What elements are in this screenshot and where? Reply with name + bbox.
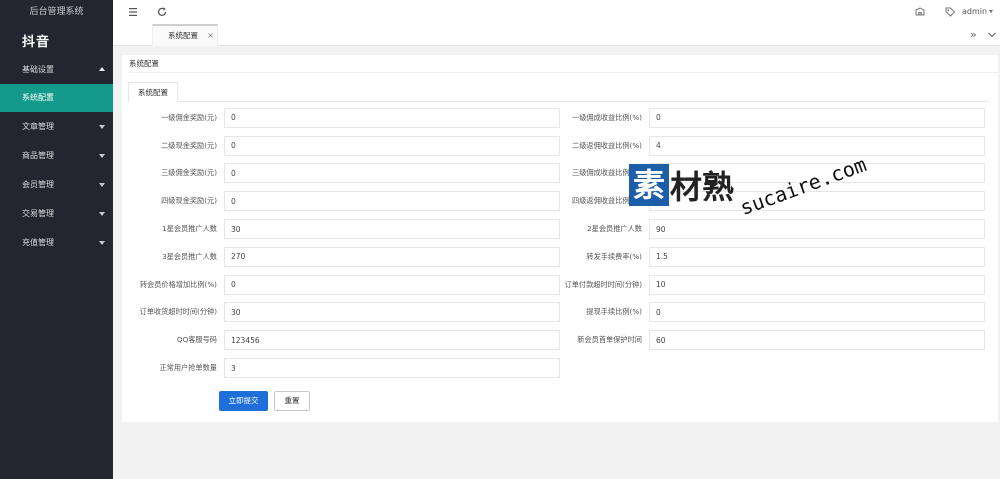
field-label: 新会员首单保护时间 (577, 335, 642, 345)
top-header: admin (113, 0, 1000, 24)
chevron-down-icon (99, 212, 105, 216)
level2-reward-input[interactable] (224, 135, 560, 156)
qq-support-input[interactable] (224, 330, 560, 351)
member-price-increase-input[interactable] (224, 274, 560, 295)
reset-button[interactable]: 重置 (274, 391, 310, 411)
chevron-down-icon (99, 125, 105, 129)
sidebar-item-recharge[interactable]: 充值管理 (0, 228, 113, 257)
close-icon[interactable]: × (207, 26, 214, 46)
user-menu[interactable]: admin (962, 0, 994, 24)
sidebar-item-products[interactable]: 商品管理 (0, 141, 113, 170)
theme-icon[interactable] (914, 6, 926, 18)
sidebar-item-basic-settings[interactable]: 基础设置 (0, 55, 113, 84)
tag-icon[interactable] (944, 6, 956, 18)
username: admin (962, 7, 988, 16)
sidebar-item-label: 交易管理 (22, 209, 54, 218)
level3-reward-input[interactable] (224, 163, 560, 184)
chevron-down-icon (99, 154, 105, 158)
logo: 抖音 (22, 35, 51, 50)
caret-down-icon (989, 10, 994, 13)
tab-divider (128, 101, 988, 102)
star2-referrals-input[interactable] (649, 219, 985, 240)
menu-icon[interactable] (127, 6, 139, 18)
field-label: 1星会员推广人数 (162, 224, 217, 234)
field-label: 转会员价格增加比例(%) (139, 279, 217, 289)
refresh-icon[interactable] (156, 6, 168, 18)
field-label: 四级现金奖励(元) (161, 196, 217, 206)
field-label: 三级佣金奖励(元) (161, 168, 217, 178)
chevron-up-icon (99, 67, 105, 71)
app-title: 后台管理系统 (29, 7, 84, 17)
field-label: 2星会员推广人数 (587, 224, 642, 234)
sidebar-item-system-config[interactable]: 系统配置 (0, 84, 113, 112)
sidebar-menu: 基础设置 系统配置 文章管理 商品管理 会员管理 交易管理 充值管理 (0, 55, 113, 257)
sidebar-item-label: 系统配置 (22, 93, 54, 102)
sidebar-item-label: 充值管理 (22, 238, 54, 247)
field-label: 订单付款超时时间(分钟) (564, 279, 642, 289)
forward-fee-rate-input[interactable] (649, 246, 985, 267)
tab-config[interactable]: 系统配置 (128, 82, 178, 102)
sidebar-item-articles[interactable]: 文章管理 (0, 112, 113, 141)
tabs-more-icon[interactable]: » (970, 24, 977, 46)
field-label: 二级现金奖励(元) (161, 140, 217, 150)
field-label: 一级佣成收益比例(%) (572, 112, 642, 122)
watermark-text: 材熟 (670, 168, 735, 206)
sidebar-item-label: 会员管理 (22, 180, 54, 189)
config-form: 一级佣金奖励(元) 一级佣成收益比例(%) 二级现金奖励(元) 二级返佣收益比例… (122, 104, 985, 382)
config-card: 系统配置 系统配置 一级佣金奖励(元) 一级佣成收益比例(%) 二级现金奖励(元… (122, 55, 998, 422)
tab-bar: 系统配置 × » (113, 24, 1000, 46)
field-label: QQ客服号码 (176, 335, 217, 345)
field-label: 二级返佣收益比例(%) (572, 140, 642, 150)
sidebar-item-label: 商品管理 (22, 151, 54, 160)
new-member-protection-input[interactable] (649, 330, 985, 351)
submit-button[interactable]: 立即提交 (219, 391, 268, 411)
chevron-down-icon (99, 183, 105, 187)
chevron-down-icon (99, 241, 105, 245)
payment-timeout-input[interactable] (649, 274, 985, 295)
level2-commission-ratio-input[interactable] (649, 135, 985, 156)
field-label: 正常用户抢单数量 (159, 363, 217, 373)
sidebar-item-label: 文章管理 (22, 122, 54, 131)
sidebar: 后台管理系统 抖音 基础设置 系统配置 文章管理 商品管理 会员管理 交易管理 … (0, 0, 113, 479)
chevron-down-icon[interactable] (987, 30, 997, 40)
receipt-timeout-input[interactable] (224, 302, 560, 323)
withdraw-fee-ratio-input[interactable] (649, 302, 985, 323)
card-title: 系统配置 (129, 55, 998, 73)
star1-referrals-input[interactable] (224, 219, 560, 240)
sidebar-item-label: 基础设置 (22, 65, 54, 74)
star3-referrals-input[interactable] (224, 246, 560, 267)
field-label: 提现手续比例(%) (586, 307, 642, 317)
order-grab-count-input[interactable] (224, 358, 560, 379)
level1-commission-ratio-input[interactable] (649, 107, 985, 128)
sidebar-item-members[interactable]: 会员管理 (0, 170, 113, 199)
field-label: 转发手续费率(%) (586, 251, 642, 261)
level4-reward-input[interactable] (224, 191, 560, 212)
tab-system-config[interactable]: 系统配置 × (152, 24, 218, 46)
field-label: 一级佣金奖励(元) (161, 112, 217, 122)
sidebar-item-transactions[interactable]: 交易管理 (0, 199, 113, 228)
field-label: 3星会员推广人数 (162, 251, 217, 261)
watermark-mark: 素 (629, 164, 669, 206)
field-label: 订单收货超时时间(分钟) (139, 307, 217, 317)
tab-label: 系统配置 (168, 31, 198, 40)
level1-reward-input[interactable] (224, 107, 560, 128)
